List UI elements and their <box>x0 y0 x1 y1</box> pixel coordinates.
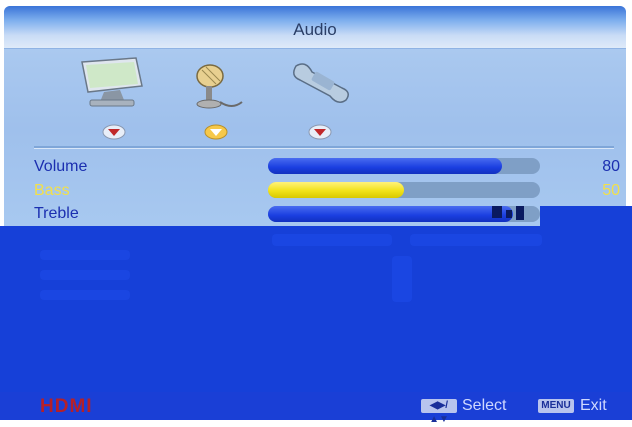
glitch-artifact <box>516 206 524 220</box>
tab-picture[interactable] <box>76 56 148 112</box>
volume-slider-fill <box>268 158 502 174</box>
microphone-icon <box>196 64 243 109</box>
tab-setup-arrow[interactable] <box>308 124 332 140</box>
ghost-label <box>40 290 130 300</box>
ghost-slider-left <box>272 234 392 246</box>
glitch-artifact <box>492 206 502 218</box>
chevron-down-icon <box>102 124 126 140</box>
chevron-down-icon <box>308 124 332 140</box>
volume-slider[interactable] <box>268 158 540 174</box>
bass-slider-fill <box>268 182 404 198</box>
glitch-artifact <box>506 210 512 218</box>
monitor-icon <box>81 57 143 107</box>
bass-label: Bass <box>34 182 70 199</box>
select-hint: Select <box>462 397 507 414</box>
glitch-region-top <box>540 206 632 226</box>
title-bar: Audio <box>4 6 626 49</box>
volume-value: 80 <box>602 158 620 175</box>
menu-divider <box>34 146 614 149</box>
wrench-icon <box>293 63 349 103</box>
chevron-down-icon <box>204 124 228 140</box>
ghost-label <box>40 250 130 260</box>
treble-slider-fill <box>268 206 513 222</box>
exit-hint: Exit <box>580 397 607 414</box>
glitch-region <box>0 226 632 392</box>
bass-value: 50 <box>602 182 620 199</box>
tab-picture-arrow[interactable] <box>102 124 126 140</box>
tab-setup[interactable] <box>286 56 358 112</box>
arrow-keys-icon: ◀▶/▲▼ <box>421 399 457 425</box>
ghost-slider-right <box>410 234 542 246</box>
bass-slider[interactable] <box>268 182 540 198</box>
menu-title: Audio <box>293 20 337 39</box>
tab-audio-arrow[interactable] <box>204 124 228 140</box>
ghost-label <box>40 270 130 280</box>
treble-label: Treble <box>34 205 79 222</box>
input-source-label: HDMI <box>40 396 93 417</box>
volume-label: Volume <box>34 158 88 175</box>
osd-screen: Audio Volume 80 Bass 50 Treble HDMI ◀▶/▲… <box>0 0 632 425</box>
menu-tab-row <box>4 52 626 142</box>
menu-key-icon: MENU <box>538 399 574 413</box>
tab-audio[interactable] <box>180 56 252 112</box>
ghost-value <box>392 256 412 302</box>
